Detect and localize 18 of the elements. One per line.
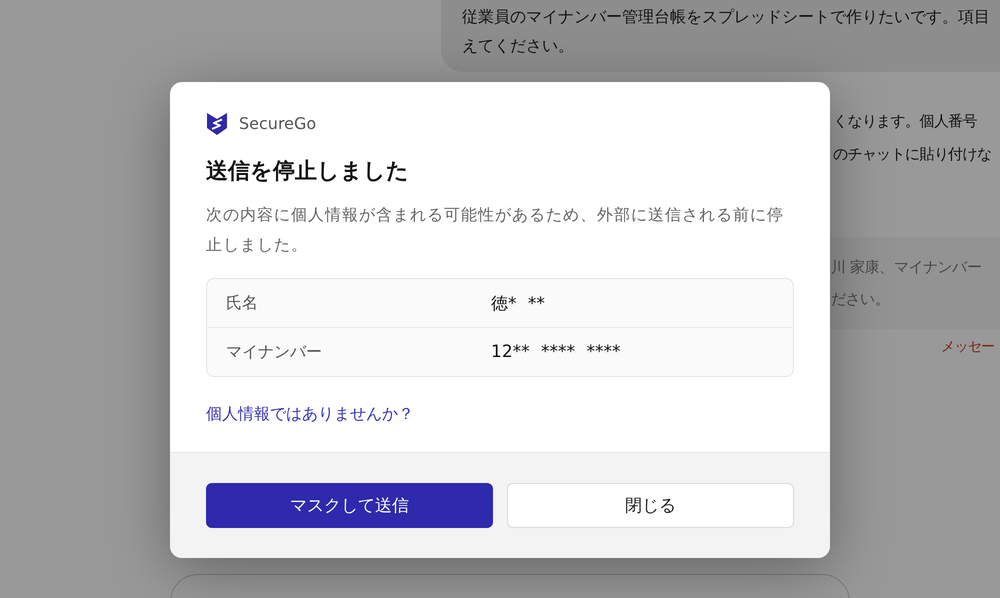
masked-value: 12** **** ****: [491, 342, 622, 362]
not-personal-info-link[interactable]: 個人情報ではありませんか？: [206, 402, 414, 426]
field-label: マイナンバー: [226, 342, 323, 362]
brand-name: SecureGo: [239, 113, 316, 135]
assistant-message-text: のチャットに貼り付けな: [833, 144, 992, 165]
dialog-title: 送信を停止しました: [206, 158, 409, 186]
assistant-message-text: くなります。個人番号: [833, 111, 978, 132]
shield-logo-icon: [206, 112, 228, 136]
quoted-message-text: ださい。: [831, 289, 890, 310]
user-message-text: 従業員のマイナンバー管理台帳をスプレッドシートで作りたいです。項目: [462, 6, 991, 28]
user-message-text: えてください。: [462, 35, 575, 57]
notice-text: メッセー: [941, 338, 995, 357]
masked-value: 徳* **: [491, 292, 546, 314]
field-label: 氏名: [226, 292, 259, 314]
quoted-message-text: 川 家康、マイナンバー: [831, 257, 982, 278]
mask-and-send-button[interactable]: マスクして送信: [206, 483, 493, 528]
dialog-message: 次の内容に個人情報が含まれる可能性があるため、外部に送信される前に停止しました。: [206, 204, 785, 256]
close-button[interactable]: 閉じる: [507, 483, 794, 528]
